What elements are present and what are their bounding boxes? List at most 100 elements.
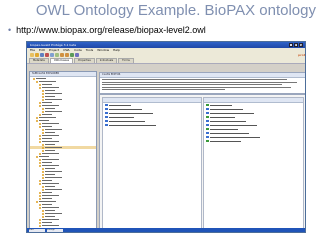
tab-individuals[interactable]: Individuals	[95, 58, 118, 63]
check-icon[interactable]	[70, 53, 74, 57]
bullet-dot-icon: •	[8, 25, 12, 35]
class-icon	[42, 128, 44, 131]
new-icon[interactable]	[30, 53, 34, 57]
class-icon	[42, 146, 44, 149]
undo-icon[interactable]	[60, 53, 64, 57]
property-icon	[206, 124, 209, 126]
property-icon	[206, 116, 209, 118]
class-icon	[39, 218, 41, 221]
menu-file[interactable]: File	[30, 48, 35, 52]
class-icon	[39, 122, 41, 125]
class-icon	[39, 134, 41, 137]
class-icon	[39, 179, 41, 182]
property-icon	[105, 124, 108, 126]
tab-bar: Metadata OWLClasses Properties Individua…	[27, 58, 305, 64]
class-icon	[36, 200, 38, 203]
property-icon	[206, 140, 209, 142]
copy-icon[interactable]	[50, 53, 54, 57]
class-icon	[42, 143, 44, 146]
maximize-icon[interactable]: □	[294, 43, 298, 47]
class-icon	[36, 119, 38, 122]
cut-icon[interactable]	[45, 53, 49, 57]
class-icon	[42, 110, 44, 113]
property-row[interactable]	[103, 123, 201, 127]
taskbar-protege[interactable]: Protégé	[47, 228, 63, 232]
property-icon	[105, 104, 108, 106]
save-icon[interactable]	[40, 53, 44, 57]
class-tree	[30, 77, 96, 228]
class-icon	[39, 221, 41, 224]
property-icon	[206, 132, 209, 134]
class-icon	[42, 167, 44, 170]
menu-edit[interactable]: Edit	[39, 48, 45, 52]
reasoner-icon[interactable]	[75, 53, 79, 57]
class-icon	[39, 101, 41, 104]
class-icon	[39, 161, 41, 164]
asserted-conditions-panel	[102, 97, 202, 229]
window-title: biopax-level2 Protégé 3.1 beta	[30, 43, 77, 47]
class-icon	[42, 131, 44, 134]
property-icon	[206, 136, 209, 138]
tab-forms[interactable]: Forms	[118, 58, 134, 63]
class-icon	[39, 152, 41, 155]
properties-panel	[203, 97, 304, 229]
class-icon	[42, 185, 44, 188]
class-icon	[39, 137, 41, 140]
taskbar: start Protégé	[27, 228, 305, 232]
class-icon	[36, 80, 38, 83]
property-row[interactable]	[204, 139, 303, 143]
protege-window: biopax-level2 Protégé 3.1 beta _ □ × Fil…	[26, 41, 306, 233]
close-icon[interactable]: ×	[299, 43, 303, 47]
minimize-icon[interactable]: _	[289, 43, 293, 47]
class-icon	[42, 89, 44, 92]
class-icon	[39, 194, 41, 197]
paste-icon[interactable]	[55, 53, 59, 57]
class-icon	[42, 209, 44, 212]
menu-code[interactable]: Code	[74, 48, 82, 52]
property-icon	[206, 128, 209, 130]
property-icon	[105, 112, 108, 114]
class-icon	[42, 212, 44, 215]
property-icon	[206, 104, 209, 106]
class-icon	[42, 149, 44, 152]
redo-icon[interactable]	[65, 53, 69, 57]
class-icon	[39, 140, 41, 143]
class-icon	[42, 215, 44, 218]
protege-logo: protégé	[298, 53, 306, 57]
class-icon	[39, 203, 41, 206]
class-icon	[42, 173, 44, 176]
class-icon	[33, 77, 35, 80]
conditions-list	[103, 103, 201, 127]
class-icon	[39, 113, 41, 116]
class-icon	[39, 191, 41, 194]
class-icon	[42, 107, 44, 110]
menu-project[interactable]: Project	[49, 48, 59, 52]
properties-area	[99, 94, 305, 230]
start-button[interactable]: start	[29, 228, 45, 232]
class-icon	[36, 116, 38, 119]
property-icon	[105, 116, 108, 118]
class-tree-pane: SUBCLASS EXPLORER	[29, 71, 97, 229]
class-icon	[39, 182, 41, 185]
property-icon	[206, 112, 209, 114]
bullet-url: • http://www.biopax.org/release/biopax-le…	[8, 25, 206, 35]
properties-list	[204, 103, 303, 143]
class-icon	[36, 155, 38, 158]
class-icon	[42, 176, 44, 179]
tab-metadata[interactable]: Metadata	[29, 58, 49, 63]
window-controls: _ □ ×	[289, 43, 303, 47]
class-icon	[39, 206, 41, 209]
tab-owlclasses[interactable]: OWLClasses	[49, 58, 74, 63]
menu-owl[interactable]: OWL	[63, 48, 70, 52]
class-icon	[42, 95, 44, 98]
open-icon[interactable]	[35, 53, 39, 57]
class-icon	[39, 224, 41, 227]
class-icon	[42, 170, 44, 173]
menu-window[interactable]: Window	[97, 48, 109, 52]
tab-properties[interactable]: Properties	[74, 58, 95, 63]
menu-help[interactable]: Help	[113, 48, 120, 52]
menu-tools[interactable]: Tools	[86, 48, 93, 52]
class-icon	[42, 98, 44, 101]
class-description-box[interactable]: CLASS EDITOR	[99, 72, 305, 94]
class-icon	[39, 83, 41, 86]
